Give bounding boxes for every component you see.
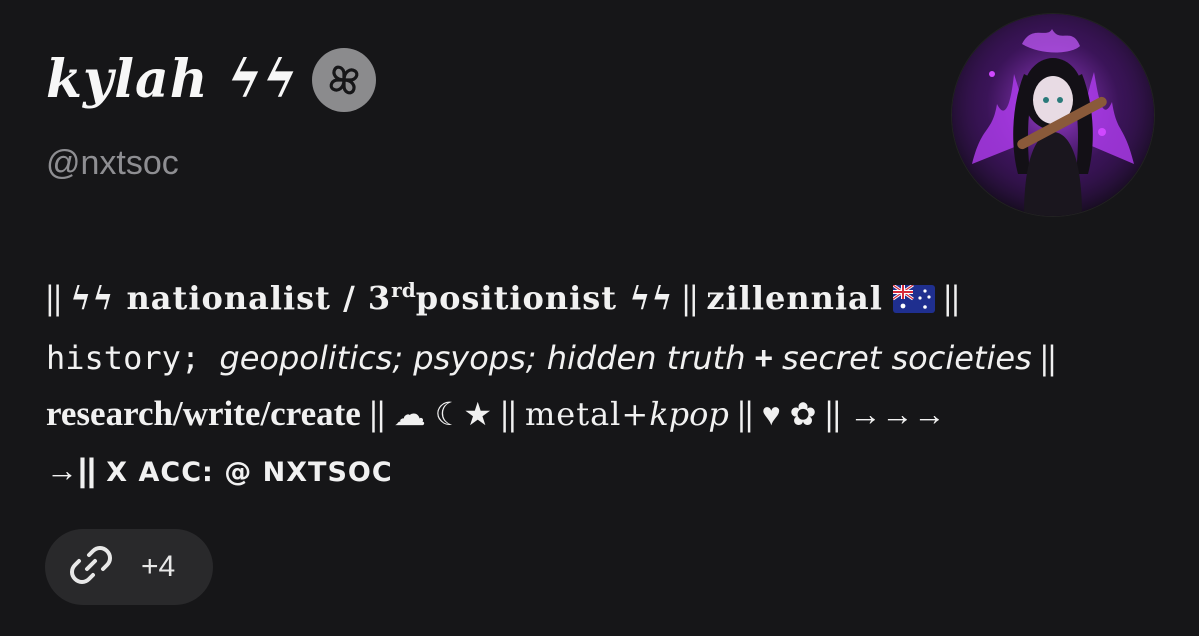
bio-bolts: ϟϟ xyxy=(70,279,127,317)
bio-separator: || xyxy=(816,394,850,433)
bio-psyops: psyops; xyxy=(413,339,537,377)
australia-flag-icon xyxy=(892,274,936,330)
bio-separator: || xyxy=(492,394,525,433)
display-name: kylah ϟϟ xyxy=(46,49,299,110)
bio: || ϟϟ nationalist / 3rdpositionist ϟϟ ||… xyxy=(46,262,1166,501)
avatar[interactable] xyxy=(952,14,1154,216)
bio-metal: metal+ xyxy=(524,395,650,433)
bio-superscript-rd: rd xyxy=(391,278,416,302)
bio-line-4: →|| X ACC: @ NXTSOC xyxy=(46,442,1166,501)
bio-separator: || xyxy=(360,394,394,433)
links-count: +4 xyxy=(141,550,176,583)
bio-history: history; xyxy=(46,339,220,377)
bio-nationalist: nationalist xyxy=(126,279,331,317)
bio-x-account: X ACC: @ NXTSOC xyxy=(95,457,393,488)
link-icon xyxy=(69,543,113,591)
bio-line-1: || ϟϟ nationalist / 3rdpositionist ϟϟ ||… xyxy=(46,262,1166,330)
bio-line-3: research/write/create || ☁ ☾★ || metal+k… xyxy=(46,386,1166,442)
arrow-icons: →→→ xyxy=(849,396,946,432)
bio-positionist: positionist xyxy=(415,279,618,317)
links-button[interactable]: +4 xyxy=(45,529,213,605)
bio-research: research/write/create xyxy=(46,394,361,433)
bio-plus: + xyxy=(745,340,782,376)
bio-separator: || xyxy=(673,278,707,317)
arrow-separator: →|| xyxy=(46,452,96,488)
bio-kpop: kpop xyxy=(649,395,729,433)
name-row: kylah ϟϟ xyxy=(46,48,377,112)
bio-slash: / 3 xyxy=(330,279,392,317)
bio-separator: || xyxy=(1031,338,1056,377)
pinwheel-badge-icon[interactable] xyxy=(312,48,377,112)
cloud-moon-star-icons: ☁ ☾★ xyxy=(393,396,493,432)
bio-line-2: history; geopolitics; psyops; hidden tru… xyxy=(46,330,1166,386)
bio-separator: || xyxy=(728,394,762,433)
bio-separator: || xyxy=(935,278,960,317)
bio-hidden-truth: hidden truth xyxy=(546,339,746,377)
bio-bolts: ϟϟ xyxy=(617,279,674,317)
heart-flower-icons: ♥ ✿ xyxy=(761,396,817,432)
bio-separator: || xyxy=(46,278,71,317)
bio-secret-societies: secret societies xyxy=(781,339,1032,377)
user-handle: @nxtsoc xyxy=(46,144,179,182)
bio-zillennial: zillennial xyxy=(706,279,883,317)
bio-geopolitics: geopolitics; xyxy=(219,339,404,377)
